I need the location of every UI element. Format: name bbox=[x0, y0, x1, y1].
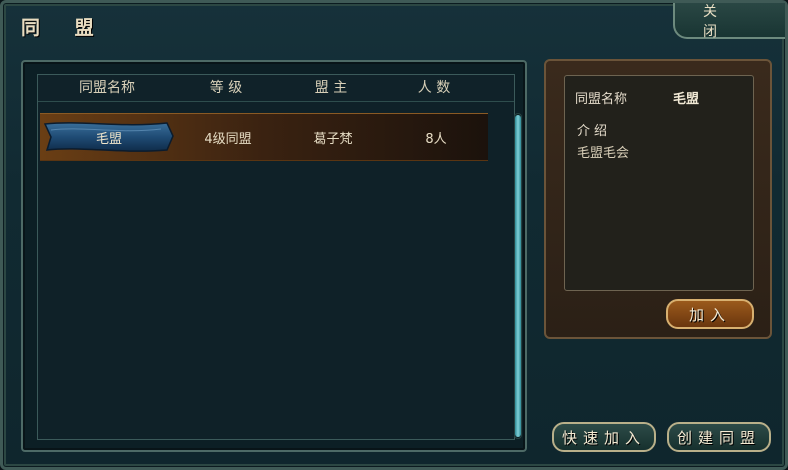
alliance-detail-box: 同盟名称 毛盟 介绍 毛盟毛会 bbox=[564, 75, 754, 291]
row-alliance-members: 8人 bbox=[425, 131, 447, 147]
detail-name-label: 同盟名称 bbox=[575, 92, 628, 107]
alliance-list-panel: 同盟名称 等 级 盟 主 人 数 毛盟 4级同盟 葛子梵 8人 bbox=[21, 60, 527, 452]
list-scrollbar[interactable] bbox=[514, 113, 522, 439]
column-header-members: 人 数 bbox=[417, 80, 451, 96]
alliance-detail-panel: 同盟名称 毛盟 介绍 毛盟毛会 bbox=[544, 59, 772, 339]
create-alliance-button[interactable]: 创建同盟 bbox=[667, 422, 771, 452]
row-alliance-leader: 葛子梵 bbox=[313, 131, 353, 147]
detail-name-value: 毛盟 bbox=[673, 92, 700, 107]
table-row[interactable]: 毛盟 4级同盟 葛子梵 8人 bbox=[40, 113, 488, 161]
list-header: 同盟名称 等 级 盟 主 人 数 bbox=[38, 75, 514, 102]
column-header-level: 等 级 bbox=[209, 80, 243, 96]
row-alliance-name: 毛盟 bbox=[95, 131, 122, 147]
quick-join-button[interactable]: 快速加入 bbox=[552, 422, 656, 452]
detail-intro-text: 毛盟毛会 bbox=[577, 146, 630, 161]
row-alliance-level: 4级同盟 bbox=[204, 131, 252, 147]
scrollbar-thumb[interactable] bbox=[515, 115, 521, 437]
close-button[interactable]: 关 闭 bbox=[689, 4, 777, 40]
column-header-name: 同盟名称 bbox=[79, 80, 135, 96]
close-tab: 关 闭 bbox=[673, 3, 785, 40]
column-header-leader: 盟 主 bbox=[314, 80, 348, 96]
alliance-window: 同 盟 关 闭 同盟名称 等 级 盟 主 人 数 毛盟 4级同盟 葛子梵 8人 … bbox=[0, 0, 788, 470]
window-title: 同 盟 bbox=[21, 17, 108, 39]
alliance-banner: 毛盟 bbox=[41, 120, 177, 154]
detail-intro-label: 介绍 bbox=[577, 124, 612, 139]
alliance-list: 同盟名称 等 级 盟 主 人 数 毛盟 4级同盟 葛子梵 8人 bbox=[37, 74, 522, 440]
join-button[interactable]: 加入 bbox=[666, 299, 754, 329]
